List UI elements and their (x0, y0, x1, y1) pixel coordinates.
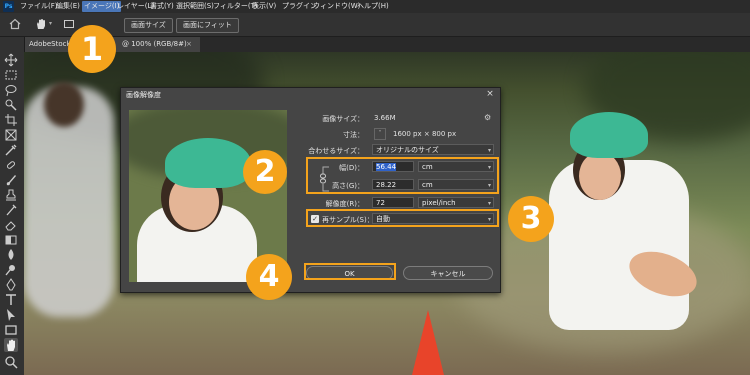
menu-help[interactable]: ヘルプ(H) (357, 1, 389, 12)
resolution-label: 解像度(R)： (325, 200, 364, 208)
dialog-title: 画像解像度 (126, 91, 161, 99)
eraser-tool-icon[interactable] (4, 218, 18, 232)
resolution-input[interactable]: 72 (372, 197, 414, 208)
close-tab-icon[interactable]: × (186, 37, 192, 52)
healing-brush-tool-icon[interactable] (4, 158, 18, 172)
type-tool-icon[interactable] (4, 293, 18, 307)
eyedropper-tool-icon[interactable] (4, 143, 18, 157)
crop-tool-icon[interactable] (4, 113, 18, 127)
menu-bar: Ps ファイル(F) 編集(E) イメージ(I) レイヤー(L) 書式(Y) 選… (0, 0, 750, 13)
photoshop-logo-icon: Ps (3, 1, 14, 12)
marquee-tool-icon[interactable] (4, 68, 18, 82)
image-size-value: 3.66M (374, 114, 396, 122)
menu-plugins[interactable]: プラグイン (282, 1, 317, 12)
move-tool-icon[interactable] (4, 53, 18, 67)
menu-file[interactable]: ファイル(F) (20, 1, 58, 12)
chevron-down-icon[interactable]: ▾ (49, 21, 55, 27)
hand-tool-icon[interactable] (4, 338, 18, 352)
scroll-all-windows-icon[interactable] (63, 18, 75, 30)
girl-hat (570, 112, 648, 158)
options-bar: ▾ 画面サイズ 画面にフィット (0, 13, 750, 37)
callout-3: 3 (508, 196, 554, 242)
background-person-head (44, 82, 84, 127)
lasso-tool-icon[interactable] (4, 83, 18, 97)
resolution-value: 72 (376, 199, 385, 207)
document-tab-bar: AdobeStock @ 100% (RGB/8#) × (24, 37, 750, 52)
menu-select[interactable]: 選択範囲(S) (176, 1, 214, 12)
home-icon[interactable] (9, 18, 21, 30)
rectangle-tool-icon[interactable] (4, 323, 18, 337)
fit-to-label: 合わせるサイズ： (308, 147, 364, 155)
image-size-label: 画像サイズ： (322, 115, 364, 123)
fit-to-select[interactable]: オリジナルのサイズ ▾ (372, 144, 494, 155)
callout-2: 2 (243, 150, 287, 194)
history-brush-tool-icon[interactable] (4, 203, 18, 217)
menu-edit[interactable]: 編集(E) (56, 1, 80, 12)
chevron-down-icon: ▾ (487, 200, 491, 207)
menu-layer[interactable]: レイヤー(L) (117, 1, 154, 12)
menu-type[interactable]: 書式(Y) (150, 1, 174, 12)
toolbar (0, 37, 25, 375)
gear-icon[interactable]: ⚙ (484, 113, 494, 123)
gradient-tool-icon[interactable] (4, 233, 18, 247)
fit-to-value: オリジナルのサイズ (376, 146, 439, 154)
path-selection-tool-icon[interactable] (4, 308, 18, 322)
hand-tool-icon[interactable] (35, 18, 47, 30)
zoom-tool-icon[interactable] (4, 355, 18, 369)
girl-face (579, 152, 621, 200)
chevron-down-icon: ▾ (487, 147, 491, 154)
callout-1: 1 (68, 25, 116, 73)
dimensions-label: 寸法： (343, 131, 364, 139)
resample-highlight (306, 209, 499, 227)
quick-selection-tool-icon[interactable] (4, 98, 18, 112)
traffic-cone (412, 310, 444, 375)
document-name: AdobeStock (29, 40, 71, 48)
cancel-button[interactable]: キャンセル (403, 266, 493, 280)
menu-filter[interactable]: フィルター(T) (213, 1, 258, 12)
menu-image[interactable]: イメージ(I) (82, 1, 122, 12)
brush-tool-icon[interactable] (4, 173, 18, 187)
ok-button-highlight (304, 263, 396, 280)
stamp-tool-icon[interactable] (4, 188, 18, 202)
frame-tool-icon[interactable] (4, 128, 18, 142)
dimensions-value: 1600 px × 800 px (393, 130, 457, 138)
dodge-tool-icon[interactable] (4, 263, 18, 277)
document-info: @ 100% (RGB/8#) (122, 40, 187, 48)
preview-hat (165, 138, 251, 188)
resolution-unit: pixel/inch (422, 199, 456, 207)
pen-tool-icon[interactable] (4, 278, 18, 292)
width-height-highlight (306, 157, 499, 194)
chevron-down-icon[interactable]: ˅ (374, 128, 386, 140)
menu-view[interactable]: 表示(V) (252, 1, 276, 12)
fit-window-button[interactable]: 画面にフィット (176, 18, 239, 33)
close-icon[interactable]: × (485, 89, 495, 99)
fit-screen-button[interactable]: 画面サイズ (124, 18, 173, 33)
menu-window[interactable]: ウィンドウ(W) (313, 1, 360, 12)
blur-tool-icon[interactable] (4, 248, 18, 262)
resolution-unit-select[interactable]: pixel/inch ▾ (418, 197, 494, 208)
callout-4: 4 (246, 254, 292, 300)
